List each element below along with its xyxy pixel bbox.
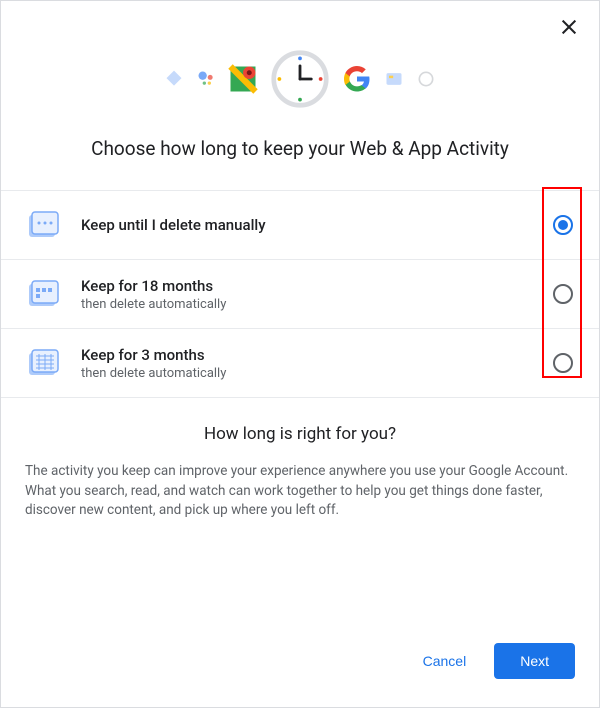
info-section: How long is right for you? The activity … xyxy=(1,398,599,547)
option-keep-18-months[interactable]: Keep for 18 months then delete automatic… xyxy=(1,260,599,329)
radio-button[interactable] xyxy=(553,215,573,235)
info-title: How long is right for you? xyxy=(25,424,575,444)
header-icons xyxy=(164,49,436,109)
cancel-button[interactable]: Cancel xyxy=(415,645,475,677)
calendar-icon xyxy=(25,207,61,243)
dialog-header: Choose how long to keep your Web & App A… xyxy=(1,1,599,190)
option-text: Keep for 18 months then delete automatic… xyxy=(81,277,553,312)
calendar-18-icon xyxy=(25,276,61,312)
dialog-footer: Cancel Next xyxy=(1,623,599,707)
info-body: The activity you keep can improve your e… xyxy=(25,462,575,521)
radio-button[interactable] xyxy=(553,353,573,373)
option-keep-3-months[interactable]: Keep for 3 months then delete automatica… xyxy=(1,329,599,398)
retention-options: Keep until I delete manually Keep for 18… xyxy=(1,190,599,398)
tag-icon xyxy=(164,69,184,89)
option-sublabel: then delete automatically xyxy=(81,366,553,381)
calendar-3-icon xyxy=(25,345,61,381)
option-label: Keep for 3 months xyxy=(81,346,553,364)
dialog-title: Choose how long to keep your Web & App A… xyxy=(91,137,509,160)
option-text: Keep until I delete manually xyxy=(81,216,553,234)
assistant-icon xyxy=(196,69,216,89)
retention-dialog: Choose how long to keep your Web & App A… xyxy=(0,0,600,708)
option-keep-manual[interactable]: Keep until I delete manually xyxy=(1,191,599,260)
radio-button[interactable] xyxy=(553,284,573,304)
generic-icon xyxy=(416,69,436,89)
clock-icon xyxy=(270,49,330,109)
maps-icon xyxy=(228,64,258,94)
option-label: Keep for 18 months xyxy=(81,277,553,295)
news-icon xyxy=(384,69,404,89)
google-icon xyxy=(342,64,372,94)
next-button[interactable]: Next xyxy=(494,643,575,679)
option-text: Keep for 3 months then delete automatica… xyxy=(81,346,553,381)
option-sublabel: then delete automatically xyxy=(81,297,553,312)
option-label: Keep until I delete manually xyxy=(81,216,553,234)
close-icon[interactable] xyxy=(557,15,581,39)
